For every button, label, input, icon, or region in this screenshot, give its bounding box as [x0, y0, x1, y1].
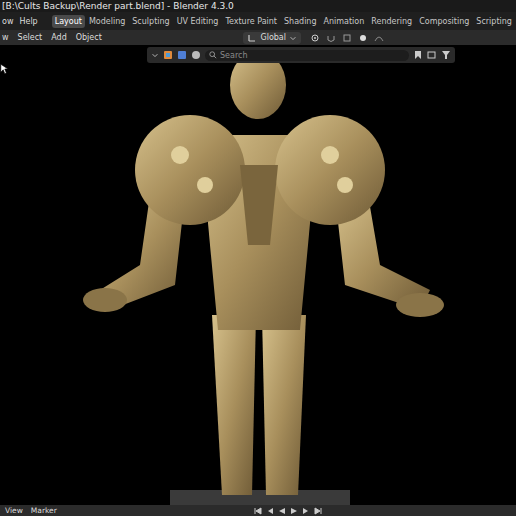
chevron-icon [289, 34, 297, 42]
next-key-icon[interactable] [301, 506, 311, 516]
mouse-cursor-icon [0, 63, 8, 75]
header-menu-item[interactable]: Add [51, 33, 67, 42]
proportional-edit-icon[interactable] [358, 33, 368, 43]
viewport-header: w Select Add Object Global [0, 30, 516, 45]
bookmark-icon[interactable] [413, 50, 423, 60]
display-mode-icon[interactable] [163, 50, 173, 60]
timeline-menu-item[interactable]: Marker [31, 506, 57, 515]
play-reverse-icon[interactable] [277, 506, 287, 516]
search-icon [209, 51, 217, 59]
filter-icon[interactable] [441, 50, 451, 60]
transform-orientation-dropdown[interactable]: Global [243, 32, 301, 44]
play-icon[interactable] [289, 506, 299, 516]
blender-window: [B:\Cults Backup\Render part.blend] - Bl… [0, 0, 516, 516]
armored-figure-render [0, 45, 516, 505]
workspace-tab[interactable]: Texture Paint [222, 15, 280, 28]
workspace-tab[interactable]: Scripting [473, 15, 515, 28]
header-menu-item[interactable]: w [2, 33, 9, 42]
timeline-header: View Marker [0, 505, 516, 516]
menu-item[interactable]: ow [2, 17, 13, 26]
jump-start-icon[interactable] [253, 506, 263, 516]
view-layer-icon[interactable] [177, 50, 187, 60]
workspace-tab[interactable]: Rendering [368, 15, 415, 28]
timeline-menu-item[interactable]: View [5, 506, 23, 515]
chevron-icon[interactable] [151, 51, 159, 59]
prev-key-icon[interactable] [265, 506, 275, 516]
workspace-tab[interactable]: Animation [321, 15, 368, 28]
workspace-tab[interactable]: Shading [281, 15, 320, 28]
workspace-tab[interactable]: Compositing [416, 15, 472, 28]
jump-end-icon[interactable] [313, 506, 323, 516]
header-menu-item[interactable]: Select [18, 33, 43, 42]
filter-sphere-icon[interactable] [191, 50, 201, 60]
header-menu-item[interactable]: Object [76, 33, 102, 42]
falloff-icon[interactable] [374, 33, 384, 43]
window-title: [B:\Cults Backup\Render part.blend] - Bl… [2, 1, 234, 11]
pivot-icon[interactable] [310, 33, 320, 43]
top-bar: ow Help LayoutModelingSculptingUV EditingT… [0, 12, 516, 30]
menu-item[interactable]: Help [19, 17, 37, 26]
workspace-tab[interactable]: Sculpting [129, 15, 172, 28]
workspace-tab[interactable]: Layout [52, 15, 85, 28]
header-tools [310, 33, 384, 43]
3d-viewport[interactable]: Search [0, 45, 516, 505]
snap-icon[interactable] [326, 33, 336, 43]
workspace-tab[interactable]: UV Editing [174, 15, 222, 28]
snap-target-icon[interactable] [342, 33, 352, 43]
playback-controls [253, 506, 323, 516]
workspace-tabs: LayoutModelingSculptingUV EditingTexture… [52, 15, 516, 28]
new-collection-icon[interactable] [427, 50, 437, 60]
search-field[interactable]: Search [205, 50, 409, 61]
axes-icon [247, 33, 257, 43]
workspace-tab[interactable]: Modeling [86, 15, 128, 28]
outliner-toolbar: Search [147, 47, 455, 63]
title-bar: [B:\Cults Backup\Render part.blend] - Bl… [0, 0, 516, 12]
